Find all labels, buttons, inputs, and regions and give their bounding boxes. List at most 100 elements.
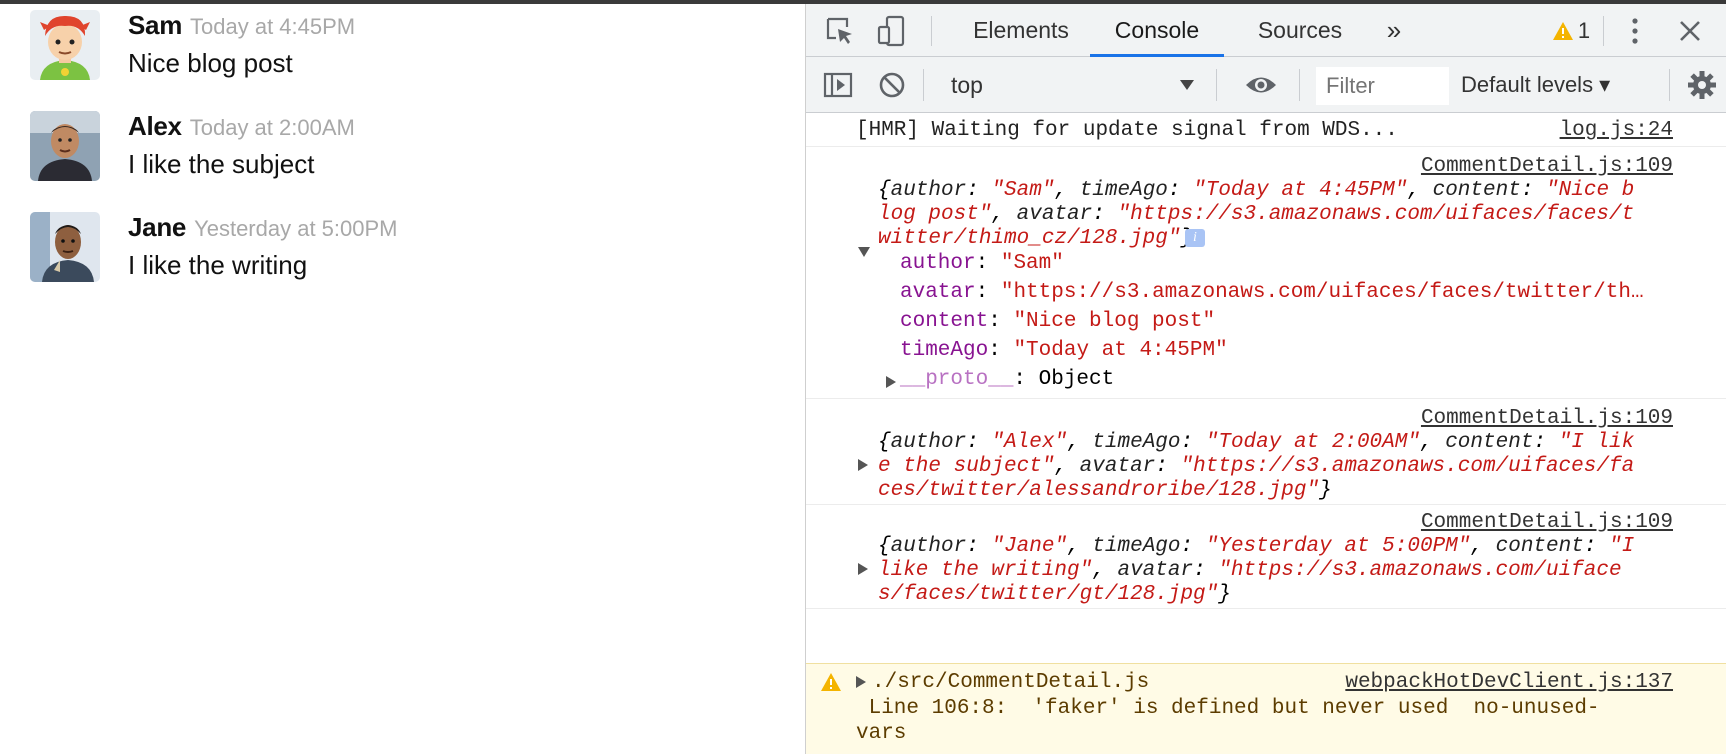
comment-date: Today at 4:45PM — [190, 14, 356, 39]
object-preview-line: e the subject", avatar: "https://s3.amaz… — [878, 455, 1634, 479]
expand-arrow-icon[interactable] — [858, 563, 868, 575]
punctuation: : — [1092, 203, 1118, 226]
toolbar-divider — [1299, 69, 1300, 101]
console-message-object: CommentDetail.js:109 {author: "Sam", tim… — [806, 147, 1726, 399]
punctuation: { — [878, 179, 891, 202]
warning-file[interactable]: ./src/CommentDetail.js — [872, 671, 1149, 694]
expand-arrow-icon[interactable] — [856, 676, 866, 688]
comment-meta: Jane Yesterday at 5:00PM — [128, 212, 398, 243]
punctuation: , — [1054, 455, 1080, 478]
context-value: top — [951, 71, 983, 98]
tab-console[interactable]: Console — [1090, 4, 1224, 57]
punctuation: : — [1167, 179, 1194, 202]
proto-key: __proto__ — [900, 368, 1014, 391]
object-preview[interactable]: {author: "Alex", timeAgo: "Today at 2:00… — [878, 431, 1634, 503]
object-preview-line: s/faces/twitter/gt/128.jpg"} — [878, 583, 1634, 607]
object-preview-line: witter/thimo_cz/128.jpg"} — [878, 227, 1634, 251]
string-value: "https://s3.amazonaws.com/uifaces/fa — [1180, 455, 1635, 478]
proto-row[interactable]: __proto__: Object — [886, 368, 1644, 397]
string-value: "Yesterday at 5:00PM" — [1205, 535, 1471, 558]
property-key: author — [900, 252, 976, 275]
more-tabs-button[interactable]: » — [1374, 4, 1414, 57]
context-selector[interactable]: top — [951, 57, 1201, 113]
string-value: "Alex" — [991, 431, 1068, 454]
property-key: content — [1495, 535, 1584, 558]
punctuation: , — [1470, 535, 1496, 558]
property-key: content — [900, 310, 989, 333]
inspect-element-icon[interactable] — [820, 4, 860, 57]
property-key: author — [890, 179, 967, 202]
source-link[interactable]: CommentDetail.js:109 — [1421, 155, 1673, 178]
punctuation: : — [1180, 535, 1206, 558]
string-value: witter/thimo_cz/128.jpg" — [878, 227, 1181, 250]
clear-console-icon[interactable] — [872, 57, 912, 113]
filter-input[interactable] — [1316, 67, 1449, 105]
property-key: avatar — [1016, 203, 1093, 226]
property-key: author — [890, 535, 967, 558]
close-icon[interactable] — [1668, 4, 1712, 57]
object-preview[interactable]: {author: "Sam", timeAgo: "Today at 4:45P… — [878, 179, 1634, 251]
toolbar-divider — [1603, 16, 1604, 46]
settings-gear-icon[interactable] — [1682, 57, 1722, 113]
punctuation: : — [966, 535, 992, 558]
property-key: timeAgo — [900, 339, 989, 362]
avatar[interactable] — [30, 111, 100, 181]
property-key: avatar — [900, 281, 976, 304]
source-link[interactable]: webpackHotDevClient.js:137 — [1345, 671, 1673, 694]
property-key: content — [1445, 431, 1534, 454]
avatar[interactable] — [30, 212, 100, 282]
string-value: log post" — [878, 203, 992, 226]
string-value: "Today at 4:45PM" — [1193, 179, 1408, 202]
toolbar-divider — [1669, 69, 1670, 101]
collapse-arrow-icon[interactable] — [858, 247, 870, 257]
punctuation: { — [878, 431, 891, 454]
punctuation: , — [991, 203, 1017, 226]
string-value: like the writing" — [878, 559, 1093, 582]
punctuation: : — [1193, 559, 1219, 582]
comment-meta: Alex Today at 2:00AM — [128, 111, 355, 142]
warning-icon — [1552, 21, 1573, 40]
source-link[interactable]: CommentDetail.js:109 — [1421, 407, 1673, 430]
source-link[interactable]: CommentDetail.js:109 — [1421, 511, 1673, 534]
toolbar-divider — [1216, 69, 1217, 101]
tab-elements[interactable]: Elements — [966, 4, 1076, 57]
kebab-menu-icon[interactable] — [1618, 4, 1652, 57]
comment-author[interactable]: Alex — [128, 111, 182, 141]
punctuation: : — [1180, 431, 1206, 454]
object-preview[interactable]: {author: "Jane", timeAgo: "Yesterday at … — [878, 535, 1634, 607]
object-preview-line: {author: "Jane", timeAgo: "Yesterday at … — [878, 535, 1634, 559]
source-link[interactable]: log.js:24 — [1560, 119, 1673, 142]
warning-message-cont: vars — [856, 722, 907, 745]
info-icon[interactable]: i — [1185, 229, 1205, 247]
avatar[interactable] — [30, 10, 100, 80]
tab-sources[interactable]: Sources — [1244, 4, 1356, 57]
object-preview-line: ces/twitter/alessandroribe/128.jpg"} — [878, 479, 1634, 503]
object-properties: author: "Sam" avatar: "https://s3.amazon… — [886, 252, 1644, 397]
warning-count: 1 — [1577, 17, 1591, 43]
comment-text: I like the subject — [128, 149, 315, 179]
warning-icon — [821, 673, 841, 691]
string-value: "I lik — [1558, 431, 1635, 454]
console-message-object: CommentDetail.js:109 {author: "Alex", ti… — [806, 399, 1726, 505]
expand-arrow-icon[interactable] — [858, 459, 868, 471]
object-preview-line: like the writing", avatar: "https://s3.a… — [878, 559, 1634, 583]
console-output: [HMR] Waiting for update signal from WDS… — [806, 113, 1726, 754]
object-preview-line: {author: "Sam", timeAgo: "Today at 4:45P… — [878, 179, 1634, 203]
sidebar-toggle-icon[interactable] — [818, 57, 858, 113]
object-preview-line: log post", avatar: "https://s3.amazonaws… — [878, 203, 1634, 227]
comment-author[interactable]: Jane — [128, 212, 186, 242]
punctuation: , — [1407, 179, 1433, 202]
toolbar-divider — [923, 69, 924, 101]
devtools-panel: Elements Console Sources » 1 top Filter … — [805, 4, 1726, 754]
comment-author[interactable]: Sam — [128, 10, 182, 40]
punctuation: { — [878, 535, 891, 558]
punctuation: : — [1533, 431, 1559, 454]
log-levels-dropdown[interactable]: Default levels ▾ — [1461, 57, 1610, 113]
comment-sam: Sam Today at 4:45PM Nice blog post — [30, 10, 790, 90]
live-expression-eye-icon[interactable] — [1238, 57, 1284, 113]
device-toolbar-icon[interactable] — [872, 4, 912, 57]
property-value: "Nice blog post" — [1013, 310, 1216, 333]
warnings-counter[interactable]: 1 — [1546, 4, 1596, 57]
punctuation: , — [1067, 535, 1093, 558]
expand-arrow-icon[interactable] — [886, 376, 896, 388]
